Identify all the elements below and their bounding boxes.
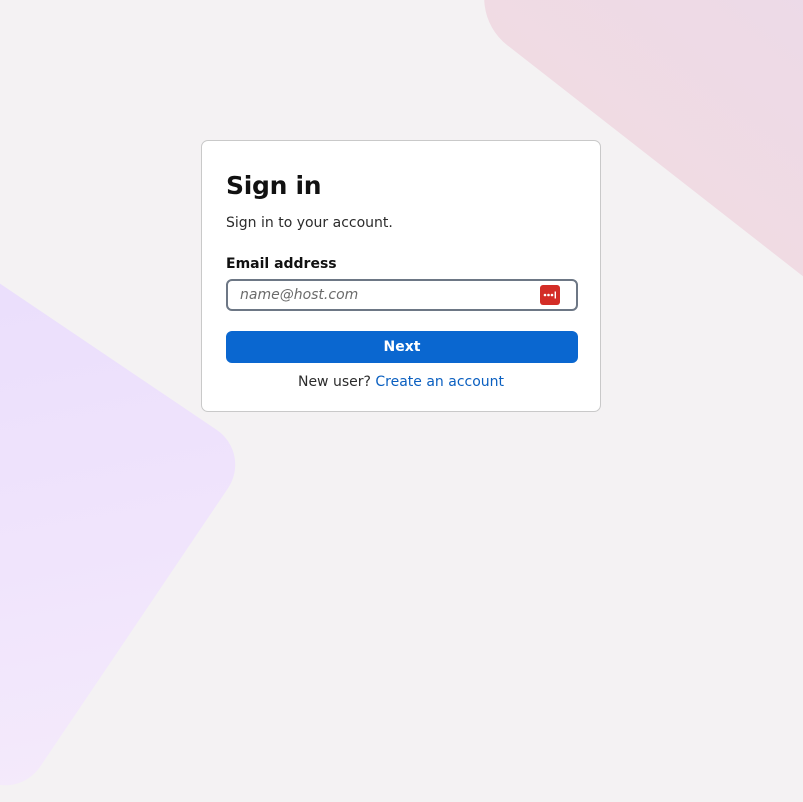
new-user-text: New user? (297, 374, 371, 390)
create-account-link[interactable]: Create an account (375, 374, 504, 390)
signup-row: New user? Create an account (226, 373, 576, 391)
password-dots-icon (543, 291, 556, 299)
email-field[interactable] (228, 281, 528, 309)
next-button[interactable]: Next (226, 331, 578, 363)
page-title: Sign in (226, 171, 322, 200)
signin-card: Sign in Sign in to your account. Email a… (201, 140, 601, 412)
password-manager-icon[interactable] (540, 285, 560, 305)
email-field-container (226, 279, 578, 311)
email-label: Email address (226, 256, 337, 272)
signin-subtitle: Sign in to your account. (226, 215, 393, 231)
